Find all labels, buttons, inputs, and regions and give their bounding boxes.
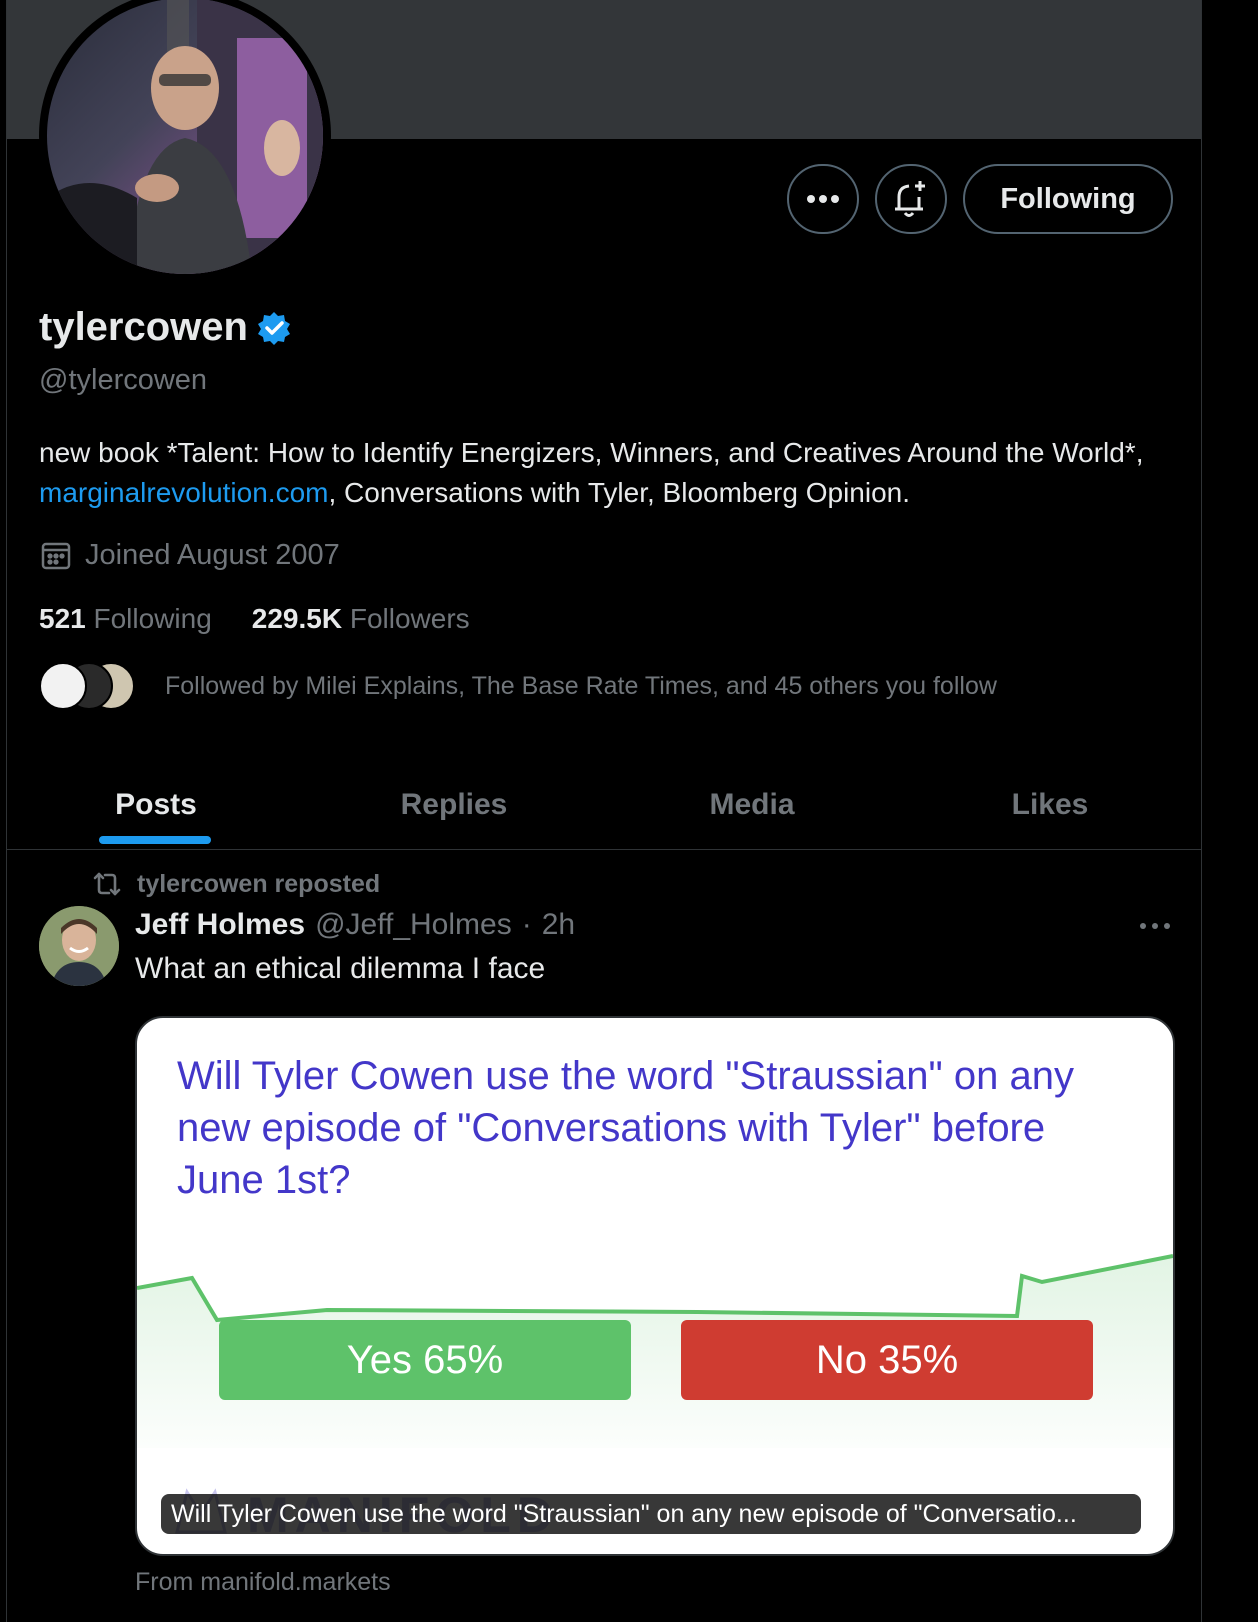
card-caption: Will Tyler Cowen use the word "Straussia… (161, 1494, 1141, 1534)
bio-text-part1: new book *Talent: How to Identify Energi… (39, 437, 1144, 468)
profile-handle: @tylercowen (39, 364, 208, 396)
follower-avatar (39, 662, 87, 710)
active-tab-indicator (99, 836, 211, 844)
followers-label: Followers (349, 603, 470, 634)
tab-likes[interactable]: Likes (901, 760, 1199, 849)
following-label: Following (93, 603, 212, 634)
follower-avatars (39, 662, 139, 710)
tab-media[interactable]: Media (603, 760, 901, 849)
card-question: Will Tyler Cowen use the word "Straussia… (177, 1054, 1074, 1202)
profile-stats: 521 Following 229.5K Followers (39, 603, 470, 635)
tab-replies[interactable]: Replies (305, 760, 603, 849)
post-author-handle[interactable]: @Jeff_Holmes (315, 908, 512, 942)
yes-outcome-button: Yes 65% (219, 1320, 631, 1400)
post-header: Jeff Holmes @Jeff_Holmes · 2h (135, 908, 575, 942)
calendar-icon (41, 542, 71, 570)
profile-name-row: tylercowen (39, 305, 292, 350)
profile-column: Following tylercowen @tylercowen new boo… (6, 0, 1202, 1622)
repost-label: tylercowen reposted (137, 869, 381, 898)
following-stat[interactable]: 521 Following (39, 603, 212, 635)
followers-count: 229.5K (251, 603, 343, 634)
bio-text-part2: , Conversations with Tyler, Bloomberg Op… (328, 477, 911, 508)
post-time[interactable]: 2h (542, 908, 575, 942)
bio-link[interactable]: marginalrevolution.com (39, 477, 328, 508)
bell-plus-icon (895, 181, 925, 217)
repost-indicator[interactable]: tylercowen reposted (91, 868, 380, 900)
profile-bio: new book *Talent: How to Identify Energi… (39, 433, 1179, 513)
followers-stat[interactable]: 229.5K Followers (252, 603, 470, 635)
verified-badge-icon[interactable] (256, 310, 292, 346)
followed-by-text: Followed by Milei Explains, The Base Rat… (165, 671, 997, 700)
post-more-icon[interactable] (1135, 912, 1175, 940)
card-source[interactable]: From manifold.markets (135, 1568, 391, 1597)
joined-date: Joined August 2007 (39, 538, 340, 572)
ellipsis-icon (807, 195, 839, 203)
post-text: What an ethical dilemma I face (135, 952, 546, 985)
link-card[interactable]: Will Tyler Cowen use the word "Straussia… (135, 1016, 1175, 1556)
display-name: tylercowen (39, 305, 248, 349)
following-count: 521 (39, 603, 86, 634)
joined-text: Joined August 2007 (85, 538, 340, 571)
following-button[interactable]: Following (963, 164, 1173, 234)
repost-icon (93, 872, 121, 896)
post-author-avatar[interactable] (39, 906, 119, 986)
more-options-button[interactable] (787, 164, 859, 234)
profile-avatar[interactable] (47, 0, 323, 274)
profile-avatar-ring (39, 0, 331, 282)
post-author-name[interactable]: Jeff Holmes (135, 908, 305, 942)
notifications-button[interactable] (875, 164, 947, 234)
no-outcome-button: No 35% (681, 1320, 1093, 1400)
followed-by[interactable]: Followed by Milei Explains, The Base Rat… (39, 662, 997, 710)
post-separator: · (521, 908, 532, 941)
